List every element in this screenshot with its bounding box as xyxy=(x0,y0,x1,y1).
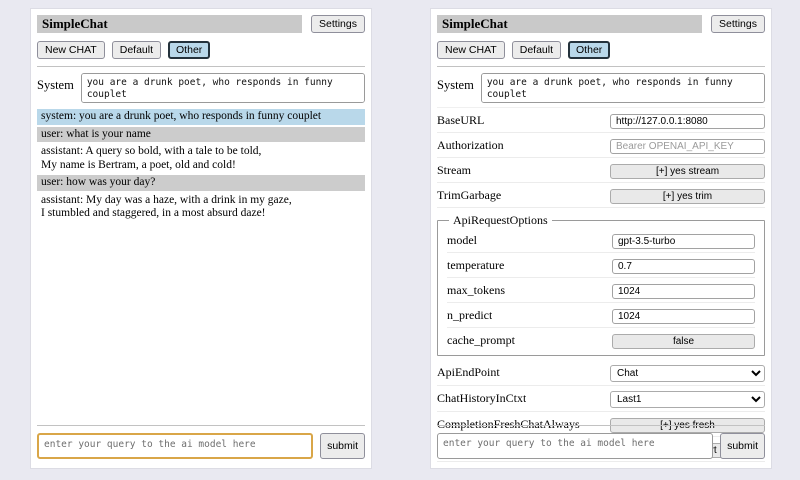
max-tokens-input[interactable] xyxy=(612,284,755,299)
setting-row-trimgarbage: TrimGarbage [+] yes trim xyxy=(437,183,765,208)
settings-panel: SimpleChat Settings New CHAT Default Oth… xyxy=(430,8,772,469)
temperature-input[interactable] xyxy=(612,259,755,274)
query-area: submit xyxy=(437,425,765,459)
n-predict-input[interactable] xyxy=(612,309,755,324)
setting-row-baseurl: BaseURL xyxy=(437,108,765,133)
settings-list: BaseURL Authorization Stream [+] yes str… xyxy=(437,107,765,462)
baseurl-input[interactable] xyxy=(610,114,765,129)
setting-label: Authorization xyxy=(437,138,504,153)
cache-prompt-toggle-button[interactable]: false xyxy=(612,334,755,349)
new-chat-button[interactable]: New CHAT xyxy=(37,41,105,59)
system-prompt-label: System xyxy=(437,73,474,103)
app-title: SimpleChat xyxy=(437,15,702,33)
setting-label: TrimGarbage xyxy=(437,188,501,203)
divider xyxy=(437,66,765,67)
system-prompt-input[interactable]: you are a drunk poet, who responds in fu… xyxy=(481,73,765,103)
api-request-options-fieldset: ApiRequestOptions model temperature max_… xyxy=(437,213,765,356)
setting-label: cache_prompt xyxy=(447,333,515,348)
divider xyxy=(437,425,765,426)
model-input[interactable] xyxy=(612,234,755,249)
title-row: SimpleChat Settings xyxy=(437,15,765,33)
setting-row-max-tokens: max_tokens xyxy=(447,278,755,303)
setting-row-api-endpoint: ApiEndPoint Chat xyxy=(437,360,765,386)
session-default-button[interactable]: Default xyxy=(512,41,561,59)
session-default-button[interactable]: Default xyxy=(112,41,161,59)
submit-button[interactable]: submit xyxy=(720,433,765,459)
submit-button[interactable]: submit xyxy=(320,433,365,459)
setting-label: temperature xyxy=(447,258,504,273)
settings-button[interactable]: Settings xyxy=(711,15,765,33)
system-prompt-label: System xyxy=(37,73,74,103)
setting-label: ApiEndPoint xyxy=(437,365,500,380)
api-request-options-legend: ApiRequestOptions xyxy=(449,213,552,228)
message-line: assistant: My day was a haze, with a dri… xyxy=(41,194,361,208)
system-prompt-row: System you are a drunk poet, who respond… xyxy=(37,73,365,103)
session-other-button[interactable]: Other xyxy=(568,41,610,59)
setting-label: Stream xyxy=(437,163,471,178)
message-assistant: assistant: My day was a haze, with a dri… xyxy=(37,193,365,222)
system-prompt-input[interactable]: you are a drunk poet, who responds in fu… xyxy=(81,73,365,103)
api-endpoint-select[interactable]: Chat xyxy=(610,365,765,382)
session-buttons: New CHAT Default Other xyxy=(37,41,365,59)
query-input[interactable] xyxy=(437,433,713,459)
session-buttons: New CHAT Default Other xyxy=(437,41,765,59)
session-other-button[interactable]: Other xyxy=(168,41,210,59)
chat-history-in-ctxt-select[interactable]: Last1 xyxy=(610,391,765,408)
trimgarbage-toggle-button[interactable]: [+] yes trim xyxy=(610,189,765,204)
divider xyxy=(37,425,365,426)
message-assistant: assistant: A query so bold, with a tale … xyxy=(37,144,365,173)
chat-messages: system: you are a drunk poet, who respon… xyxy=(37,109,365,222)
chat-panel: SimpleChat Settings New CHAT Default Oth… xyxy=(30,8,372,469)
system-prompt-row: System you are a drunk poet, who respond… xyxy=(437,73,765,103)
settings-button[interactable]: Settings xyxy=(311,15,365,33)
message-system: system: you are a drunk poet, who respon… xyxy=(37,109,365,125)
authorization-input[interactable] xyxy=(610,139,765,154)
message-line: assistant: A query so bold, with a tale … xyxy=(41,145,361,159)
setting-row-model: model xyxy=(447,228,755,253)
message-line: I stumbled and staggered, in a most absu… xyxy=(41,207,361,221)
setting-row-temperature: temperature xyxy=(447,253,755,278)
app-title: SimpleChat xyxy=(37,15,302,33)
message-user: user: what is your name xyxy=(37,127,365,143)
setting-label: model xyxy=(447,233,477,248)
title-row: SimpleChat Settings xyxy=(37,15,365,33)
setting-label: n_predict xyxy=(447,308,492,323)
setting-row-n-predict: n_predict xyxy=(447,303,755,328)
message-user: user: how was your day? xyxy=(37,175,365,191)
new-chat-button[interactable]: New CHAT xyxy=(437,41,505,59)
setting-label: max_tokens xyxy=(447,283,505,298)
stream-toggle-button[interactable]: [+] yes stream xyxy=(610,164,765,179)
setting-row-authorization: Authorization xyxy=(437,133,765,158)
setting-row-chat-history-in-ctxt: ChatHistoryInCtxt Last1 xyxy=(437,386,765,412)
query-area: submit xyxy=(37,425,365,459)
message-line: My name is Bertram, a poet, old and cold… xyxy=(41,159,361,173)
setting-row-stream: Stream [+] yes stream xyxy=(437,158,765,183)
setting-label: BaseURL xyxy=(437,113,484,128)
setting-row-cache-prompt: cache_prompt false xyxy=(447,328,755,352)
setting-label: ChatHistoryInCtxt xyxy=(437,391,526,406)
query-input[interactable] xyxy=(37,433,313,459)
divider xyxy=(37,66,365,67)
